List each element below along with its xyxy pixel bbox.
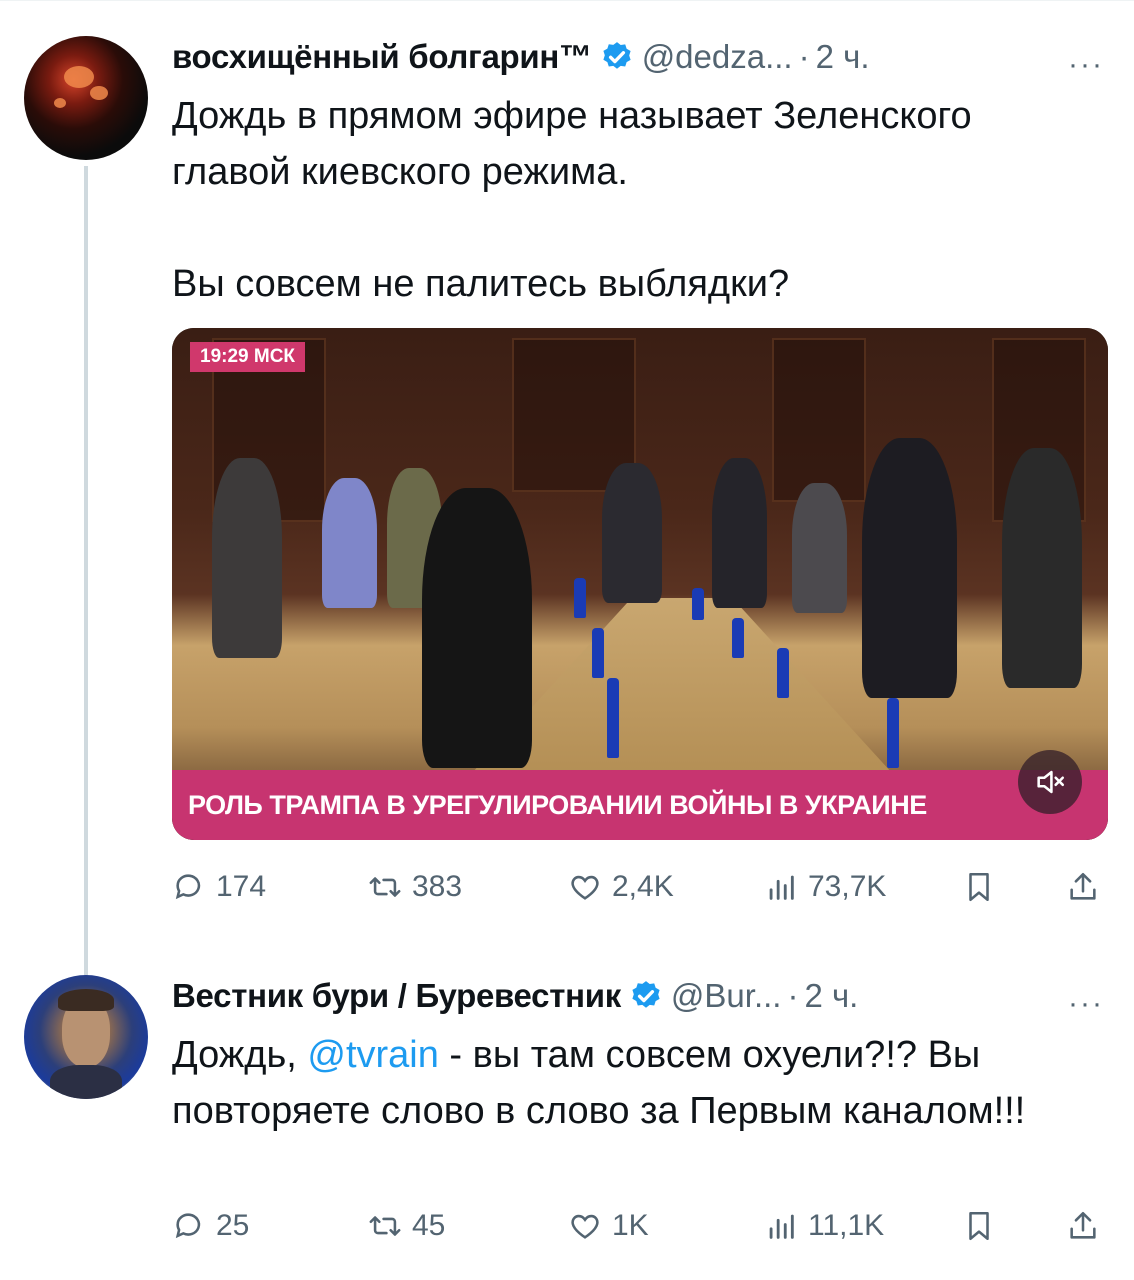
- analytics-icon: [769, 875, 794, 900]
- text-segment: Дождь,: [172, 1034, 308, 1076]
- share-icon: [1070, 1211, 1096, 1239]
- avatar[interactable]: [24, 36, 148, 160]
- like-count: 1K: [612, 1209, 649, 1242]
- heart-icon: [571, 1214, 599, 1239]
- reply-count: 25: [216, 1209, 250, 1242]
- text-line: Дождь в прямом эфире называет Зеленского: [172, 95, 972, 137]
- repost-count: 383: [412, 870, 463, 903]
- repost-icon: [369, 877, 401, 897]
- reply-button[interactable]: 174: [172, 870, 266, 904]
- timestamp[interactable]: 2 ч.: [816, 38, 870, 76]
- mention-link[interactable]: @tvrain: [307, 1034, 439, 1076]
- separator: ·: [787, 977, 799, 1014]
- tweet-text: Дождь, @tvrain - вы там совсем охуели?!?…: [172, 1027, 1092, 1139]
- like-count: 2,4K: [612, 870, 674, 903]
- thread-line: [84, 166, 88, 998]
- tweet[interactable]: Вестник бури / Буревестник @Bur... · 2 ч…: [0, 975, 1134, 1275]
- reply-icon: [175, 1213, 201, 1239]
- more-options-icon[interactable]: ···: [1068, 48, 1104, 82]
- tweet-text: Дождь в прямом эфире называет Зеленского…: [172, 88, 1102, 312]
- video-player[interactable]: 19:29 МСК РОЛЬ ТРАМПА В УРЕГУЛИРОВАНИИ В…: [172, 328, 1108, 840]
- views-button[interactable]: 11,1K: [764, 1209, 884, 1243]
- share-button[interactable]: [1066, 870, 1110, 904]
- handle[interactable]: @dedza...: [642, 38, 793, 76]
- timestamp[interactable]: 2 ч.: [804, 977, 858, 1015]
- more-options-icon[interactable]: ···: [1068, 987, 1104, 1021]
- action-bar: 174 383 2,4K 73,7K: [172, 870, 1112, 914]
- verified-badge-icon: [603, 42, 631, 69]
- repost-icon: [369, 1216, 401, 1236]
- author-name[interactable]: Вестник бури / Буревестник: [172, 977, 621, 1015]
- views-button[interactable]: 73,7K: [764, 870, 886, 904]
- repost-count: 45: [412, 1209, 446, 1242]
- video-frame: [172, 328, 1108, 840]
- heart-icon: [571, 875, 599, 900]
- tweet-header: восхищённый болгарин™ @dedza... · 2 ч.: [172, 38, 870, 76]
- muted-speaker-icon[interactable]: [1018, 750, 1082, 814]
- repost-button[interactable]: 45: [368, 1209, 445, 1243]
- text-line: главой киевского режима.: [172, 151, 628, 193]
- reply-button[interactable]: 25: [172, 1209, 249, 1243]
- verified-badge-icon: [632, 981, 660, 1008]
- like-button[interactable]: 2,4K: [568, 870, 674, 904]
- analytics-icon: [769, 1214, 794, 1239]
- handle[interactable]: @Bur...: [671, 977, 782, 1015]
- reply-count: 174: [216, 870, 267, 903]
- author-name[interactable]: восхищённый болгарин™: [172, 38, 592, 76]
- time-badge: 19:29 МСК: [190, 342, 306, 372]
- share-icon: [1070, 872, 1096, 900]
- avatar[interactable]: [24, 975, 148, 1099]
- like-button[interactable]: 1K: [568, 1209, 649, 1243]
- separator: ·: [798, 38, 810, 75]
- bookmark-icon: [969, 1211, 989, 1241]
- news-ticker: РОЛЬ ТРАМПА В УРЕГУЛИРОВАНИИ ВОЙНЫ В УКР…: [172, 770, 1108, 840]
- bookmark-button[interactable]: [962, 870, 1006, 904]
- reply-icon: [175, 874, 201, 900]
- bookmark-icon: [969, 872, 989, 902]
- view-count: 73,7K: [808, 870, 887, 903]
- text-line: Вы совсем не палитесь выблядки?: [172, 263, 790, 305]
- action-bar: 25 45 1K 11,1K: [172, 1209, 1112, 1253]
- share-button[interactable]: [1066, 1209, 1110, 1243]
- repost-button[interactable]: 383: [368, 870, 462, 904]
- view-count: 11,1K: [808, 1209, 885, 1242]
- tweet[interactable]: восхищённый болгарин™ @dedza... · 2 ч. ·…: [0, 36, 1134, 998]
- bookmark-button[interactable]: [962, 1209, 1006, 1243]
- top-divider: [0, 0, 1134, 7]
- tweet-header: Вестник бури / Буревестник @Bur... · 2 ч…: [172, 977, 858, 1015]
